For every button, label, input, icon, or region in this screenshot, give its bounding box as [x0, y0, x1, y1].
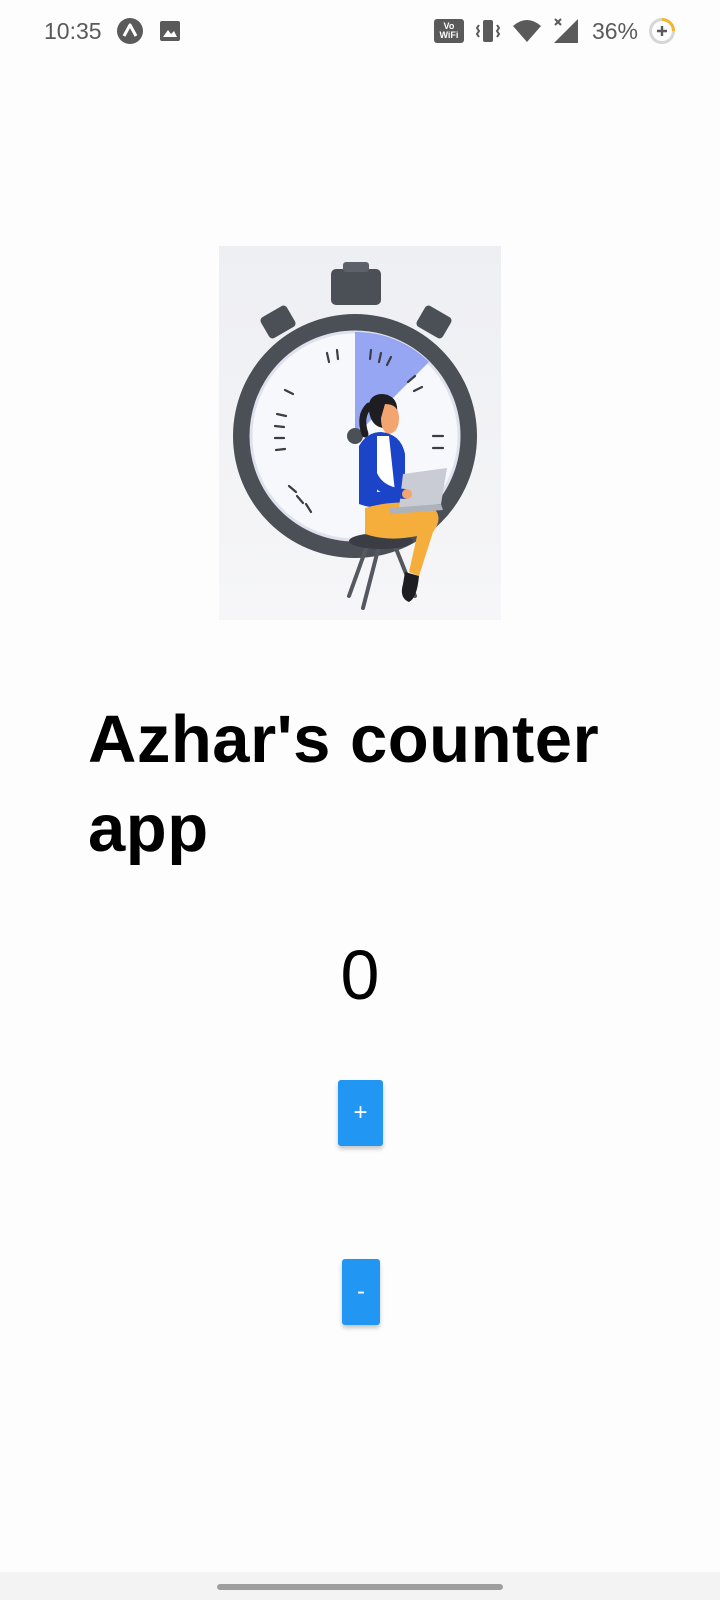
gesture-handle[interactable]: [217, 1584, 503, 1590]
battery-percent: 36%: [591, 17, 638, 44]
vowifi-icon: Vo WiFi: [433, 19, 464, 43]
status-right: Vo WiFi 36%: [433, 17, 676, 45]
vibrate-icon: [474, 18, 502, 44]
status-left: 10:35: [44, 17, 182, 45]
status-bar: 10:35 Vo WiFi 36%: [0, 0, 720, 62]
cell-signal-icon: [552, 17, 582, 45]
vowifi-bottom-text: WiFi: [439, 30, 459, 40]
status-time: 10:35: [44, 17, 102, 44]
image-notification-icon: [158, 19, 182, 43]
wifi-icon: [512, 18, 542, 44]
navigation-bar: [0, 1572, 720, 1600]
battery-saver-icon: [648, 17, 676, 45]
decrement-button[interactable]: -: [342, 1259, 380, 1325]
page-title: Azhar's counter app: [88, 702, 600, 866]
counter-value: 0: [340, 936, 380, 1014]
increment-button[interactable]: +: [338, 1080, 383, 1146]
app-notification-icon: [116, 17, 144, 45]
app-screen: 10:35 Vo WiFi 36% Azhar's counter app 0 …: [0, 0, 720, 1600]
stopwatch-illustration: [219, 246, 501, 620]
